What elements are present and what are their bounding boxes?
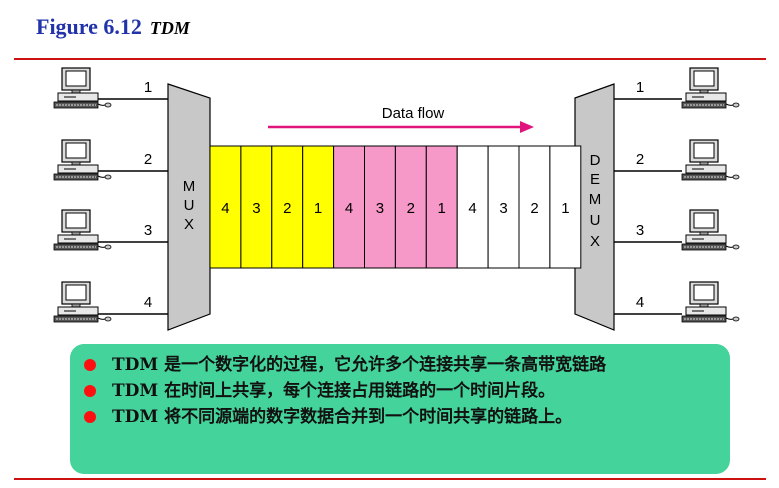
line-label: 2 (144, 151, 152, 168)
demux-label: D E M U X (589, 152, 602, 250)
line-label: 4 (144, 294, 152, 311)
time-slot-label: 1 (561, 200, 569, 217)
bullet-text: TDM 在时间上共享，每个连接占用链路的一个时间片段。 (112, 381, 556, 401)
bullet-dot-icon (84, 385, 96, 397)
left-line-labels: 1 2 3 4 (144, 79, 152, 311)
demux-letter: E (590, 171, 600, 188)
computer-icon (53, 209, 112, 251)
computer-icon (681, 209, 740, 251)
right-computers (681, 67, 740, 323)
bullet-item: TDM 在时间上共享，每个连接占用链路的一个时间片段。 (84, 378, 720, 404)
mux-letter: M (183, 178, 196, 195)
time-slot-label: 1 (314, 200, 322, 217)
left-computers (53, 67, 112, 323)
bullet-text: TDM 将不同源端的数字数据合并到一个时间共享的链路上。 (112, 407, 573, 427)
demux-letter: X (590, 233, 600, 250)
line-label: 3 (636, 222, 644, 239)
bullet-item: TDM 是一个数字化的过程，它允许多个连接共享一条高带宽链路 (84, 352, 720, 378)
tdm-diagram: 1 2 3 4 1 2 3 4 M U X D E M U X 43214321… (53, 67, 740, 331)
bullet-dot-icon (84, 411, 96, 423)
data-flow-label: Data flow (382, 105, 445, 122)
data-flow-arrowhead (520, 121, 534, 133)
mux-letter: U (184, 197, 195, 214)
time-slot-label: 3 (499, 200, 507, 217)
input-lines (98, 98, 168, 315)
time-slot-label: 2 (283, 200, 291, 217)
line-label: 3 (144, 222, 152, 239)
bullet-item: TDM 将不同源端的数字数据合并到一个时间共享的链路上。 (84, 404, 720, 430)
demux-letter: U (590, 212, 601, 229)
time-slot-label: 2 (407, 200, 415, 217)
line-label: 1 (636, 79, 644, 96)
line-label: 1 (144, 79, 152, 96)
demux-letter: M (589, 191, 602, 208)
time-slot-label: 4 (345, 200, 353, 217)
computer-icon (681, 281, 740, 323)
bullet-panel: TDM 是一个数字化的过程，它允许多个连接共享一条高带宽链路 TDM 在时间上共… (70, 344, 730, 474)
line-label: 4 (636, 294, 644, 311)
time-slot-label: 1 (438, 200, 446, 217)
right-line-labels: 1 2 3 4 (636, 79, 644, 311)
time-slot-label: 4 (221, 200, 229, 217)
time-slot-label: 3 (376, 200, 384, 217)
computer-icon (53, 67, 112, 109)
bullet-dot-icon (84, 359, 96, 371)
computer-icon (53, 139, 112, 181)
output-lines (614, 98, 682, 315)
demux-letter: D (590, 152, 601, 169)
bullet-text: TDM 是一个数字化的过程，它允许多个连接共享一条高带宽链路 (112, 355, 607, 375)
mux-label: M U X (183, 178, 196, 233)
computer-icon (681, 139, 740, 181)
mux-letter: X (184, 216, 194, 233)
time-slot-label: 4 (468, 200, 476, 217)
computer-icon (53, 281, 112, 323)
bottom-rule (14, 478, 766, 480)
line-label: 2 (636, 151, 644, 168)
time-slot-label: 2 (530, 200, 538, 217)
computer-icon (681, 67, 740, 109)
time-slots: 4 3 2 1 4 3 2 1 4 3 2 1 (209, 145, 582, 269)
time-slot-label: 3 (252, 200, 260, 217)
